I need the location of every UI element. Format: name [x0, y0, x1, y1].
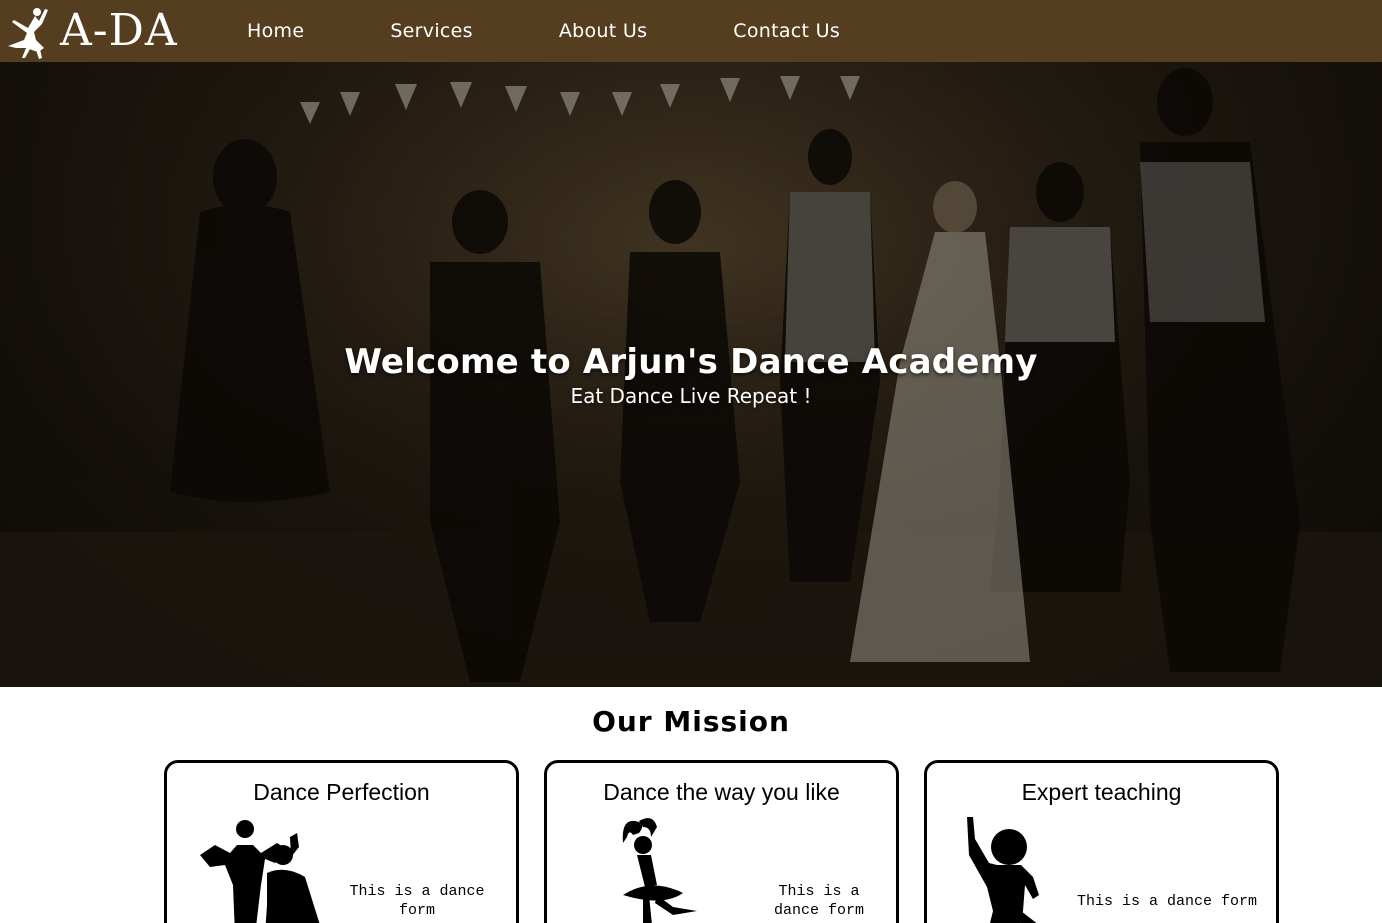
card-title: Dance Perfection: [253, 779, 430, 805]
nav-link-home[interactable]: Home: [247, 20, 304, 42]
mission-card: Expert teaching This is a dance form: [924, 760, 1279, 923]
card-text: This is a dance form: [773, 883, 864, 919]
brand-name: A-DA: [60, 5, 178, 56]
navbar: A-DA Home Services About Us Contact Us: [0, 0, 1382, 62]
hero-text-block: Welcome to Arjun's Dance Academy Eat Dan…: [0, 342, 1382, 408]
mission-card: Dance the way you like This is a dance f…: [544, 760, 899, 923]
hero-subtitle: Eat Dance Live Repeat !: [570, 384, 812, 408]
dancer-silhouette-icon: [967, 817, 1039, 923]
nav-link-about-us[interactable]: About Us: [559, 20, 647, 42]
card-title: Dance the way you like: [603, 779, 840, 805]
card-title: Expert teaching: [1021, 779, 1182, 805]
nav-link-services[interactable]: Services: [390, 20, 473, 42]
dancing-couple-silhouette-icon: [200, 820, 320, 923]
hero-title: Welcome to Arjun's Dance Academy: [344, 342, 1038, 382]
brand[interactable]: A-DA: [0, 0, 220, 62]
main-nav: Home Services About Us Contact Us: [220, 0, 840, 62]
card-text: This is a dance form: [349, 883, 485, 919]
mission-title: Our Mission: [592, 705, 790, 738]
card-text: This is a dance form: [1076, 893, 1258, 910]
mission-card: Dance Perfection This is a dance form: [164, 760, 519, 923]
ballerina-silhouette-icon: [622, 818, 697, 923]
nav-link-contact-us[interactable]: Contact Us: [733, 20, 840, 42]
dancer-logo-icon: [8, 8, 48, 59]
hero-banner: Welcome to Arjun's Dance Academy Eat Dan…: [0, 62, 1382, 687]
